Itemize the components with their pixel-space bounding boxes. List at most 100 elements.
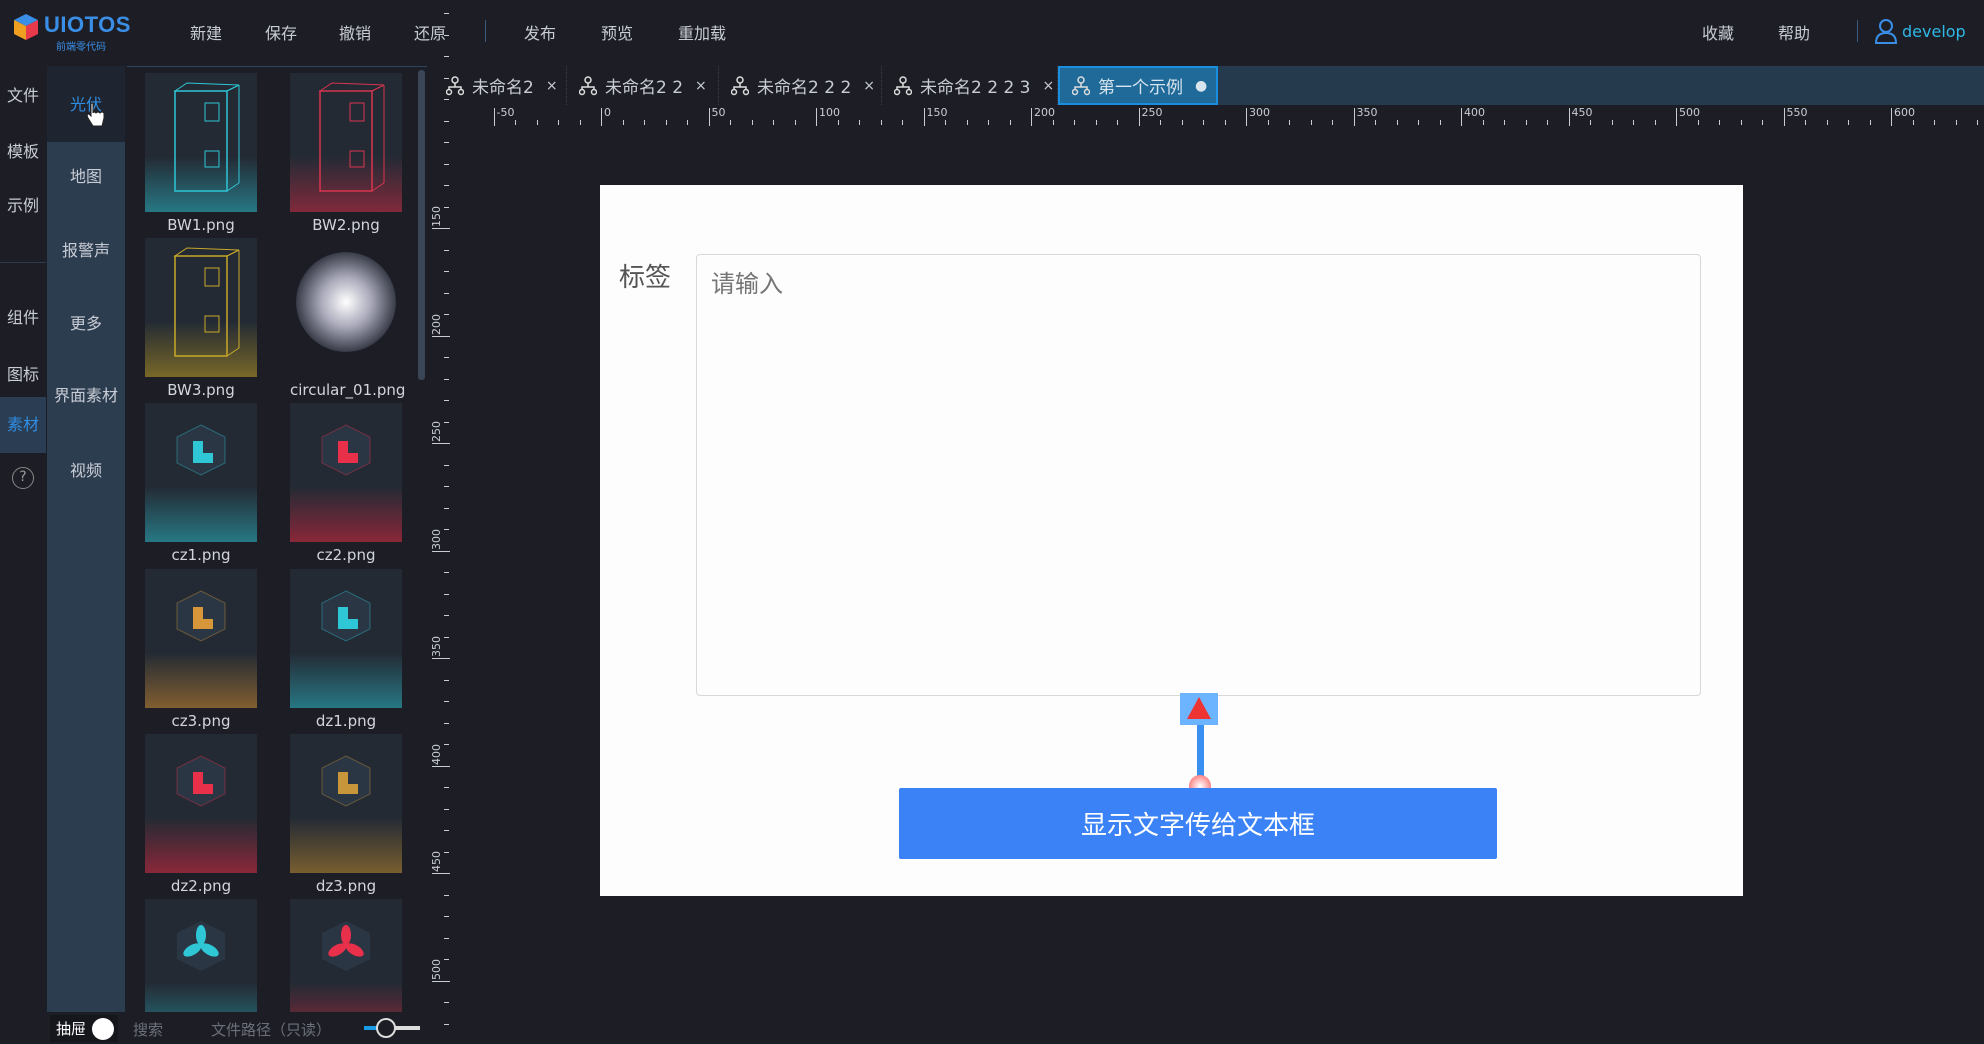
top-header: UIOTOS 前端零代码 新建 保存 撤销 还原 发布 预览 重加载 收藏 帮助…: [0, 0, 1984, 64]
sidebar-item-icons[interactable]: 图标: [0, 361, 46, 385]
text-area[interactable]: [696, 254, 1701, 696]
asset-thumbnail: [145, 569, 257, 708]
ruler-minor-tick: [1654, 120, 1656, 125]
undo-button[interactable]: 撤销: [339, 20, 371, 44]
ruler-minor-tick: [444, 873, 449, 874]
ruler-minor-tick: [1590, 120, 1591, 125]
ruler-minor-tick: [1117, 120, 1118, 125]
tab-2[interactable]: 未命名2 2 ×: [567, 66, 719, 105]
ruler-minor-tick: [794, 120, 796, 125]
asset-item[interactable]: cz2.png: [290, 403, 402, 564]
asset-item[interactable]: dz2.png: [145, 734, 257, 895]
design-canvas[interactable]: 标签 显示文字传给文本框: [600, 185, 1743, 896]
ruler-label: -50: [496, 106, 515, 119]
ruler-minor-tick: [444, 335, 449, 337]
cabinet-icon: [318, 82, 385, 192]
sidebar-item-components[interactable]: 组件: [0, 304, 46, 328]
cube-icon: [176, 590, 226, 642]
asset-bottom-bar: 抽屉 搜索 文件路径（只读）: [47, 1012, 430, 1044]
ruler-minor-tick: [444, 1023, 449, 1025]
asset-item[interactable]: [145, 899, 257, 1012]
ruler-minor-tick: [493, 120, 495, 125]
ruler-minor-tick: [730, 120, 731, 125]
tab-5[interactable]: 第一个示例 ●: [1058, 66, 1218, 105]
ruler-label: 200: [1034, 106, 1055, 119]
close-icon[interactable]: ×: [695, 78, 707, 94]
asset-item[interactable]: dz1.png: [290, 569, 402, 730]
help-icon[interactable]: ?: [12, 467, 34, 489]
save-button[interactable]: 保存: [265, 20, 297, 44]
new-button[interactable]: 新建: [190, 20, 222, 44]
asset-thumbnail: [145, 73, 257, 212]
category-video[interactable]: 视频: [47, 457, 125, 481]
tab-3[interactable]: 未命名2 2 2 ×: [719, 66, 882, 105]
help-button[interactable]: 帮助: [1778, 20, 1810, 44]
favorites-button[interactable]: 收藏: [1702, 20, 1734, 44]
field-label: 标签: [619, 263, 672, 293]
asset-item[interactable]: cz3.png: [145, 569, 257, 730]
ruler-minor-tick: [1826, 120, 1828, 125]
redo-button[interactable]: 还原: [414, 20, 446, 44]
ruler-minor-tick: [1547, 120, 1548, 125]
asset-item[interactable]: circular_01.png: [290, 238, 405, 399]
ruler-minor-tick: [1783, 120, 1785, 125]
search-input[interactable]: 搜索: [133, 1019, 163, 1040]
ruler-minor-tick: [444, 163, 449, 165]
ruler-label: 50: [711, 106, 726, 119]
zoom-slider[interactable]: [364, 1018, 420, 1038]
preview-button[interactable]: 预览: [601, 20, 633, 44]
ruler-minor-tick: [444, 34, 449, 36]
asset-scrollbar[interactable]: [418, 70, 425, 380]
asset-item[interactable]: BW1.png: [145, 73, 257, 234]
asset-item[interactable]: dz3.png: [290, 734, 402, 895]
fan-icon: [322, 921, 370, 971]
close-icon[interactable]: ×: [546, 78, 558, 94]
sidebar-item-file[interactable]: 文件: [0, 82, 46, 106]
slider-handle[interactable]: [376, 1018, 396, 1038]
category-ui-materials[interactable]: 界面素材: [47, 382, 125, 406]
ruler-minor-tick: [1095, 120, 1097, 125]
ruler-minor-tick: [1568, 120, 1570, 125]
ruler-minor-tick: [1396, 120, 1398, 125]
sidebar-item-templates[interactable]: 模板: [0, 138, 46, 162]
logo[interactable]: UIOTOS 前端零代码: [14, 12, 134, 53]
close-icon[interactable]: ×: [863, 78, 875, 94]
ruler-minor-tick: [1160, 120, 1161, 125]
category-alarm-sound[interactable]: 报警声: [47, 237, 125, 261]
reload-button[interactable]: 重加载: [678, 20, 726, 44]
logo-subtitle: 前端零代码: [56, 42, 106, 53]
asset-item[interactable]: BW2.png: [290, 73, 402, 234]
user-menu[interactable]: develop: [1874, 18, 1966, 44]
asset-item[interactable]: cz1.png: [145, 403, 257, 564]
close-icon[interactable]: ×: [1042, 78, 1054, 94]
asset-item[interactable]: [290, 899, 402, 1012]
asset-name: cz3.png: [171, 712, 231, 730]
sidebar-item-examples[interactable]: 示例: [0, 192, 46, 216]
category-more[interactable]: 更多: [47, 310, 125, 334]
drawer-toggle[interactable]: 抽屉: [50, 1015, 118, 1042]
ruler-minor-tick: [966, 120, 968, 125]
asset-panel: BW1.png BW2.png BW3.png circular_01.png cz1.…: [127, 66, 427, 1012]
file-path-field: 文件路径（只读）: [211, 1021, 332, 1039]
ruler-minor-tick: [444, 56, 449, 57]
asset-name: BW3.png: [167, 381, 235, 399]
ruler-minor-tick: [1138, 120, 1140, 125]
cube-icon: [321, 590, 371, 642]
ruler-label: 500: [430, 958, 443, 980]
publish-button[interactable]: 发布: [524, 20, 556, 44]
sidebar-item-materials[interactable]: 素材: [0, 397, 46, 453]
ruler-minor-tick: [880, 120, 882, 125]
tab-1[interactable]: 未命名2 ×: [434, 66, 567, 105]
ruler-minor-tick: [1869, 120, 1871, 125]
asset-item[interactable]: BW3.png: [145, 238, 257, 399]
send-text-button[interactable]: 显示文字传给文本框: [899, 788, 1497, 859]
tab-4[interactable]: 未命名2 2 2 3 ×: [882, 66, 1058, 105]
ruler-label: 150: [430, 206, 443, 227]
unsaved-dot-icon[interactable]: ●: [1195, 78, 1207, 94]
ruler-minor-tick: [444, 830, 449, 831]
ruler-label: 250: [1141, 106, 1163, 119]
ruler-minor-tick: [1031, 120, 1032, 125]
ruler-label: 300: [430, 528, 443, 550]
category-map[interactable]: 地图: [47, 163, 125, 187]
ruler-label: 150: [926, 106, 948, 119]
